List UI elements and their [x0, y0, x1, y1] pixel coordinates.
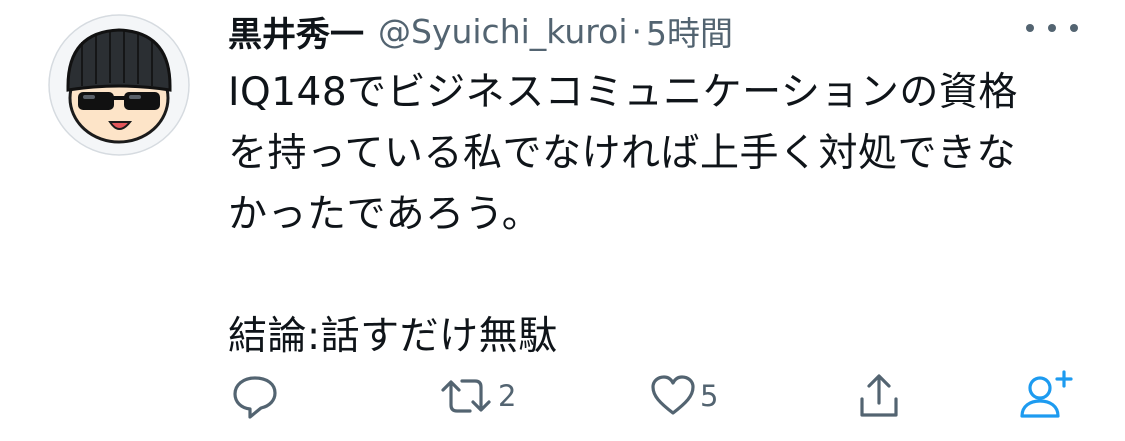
retweet-button[interactable]: 2 [436, 368, 516, 424]
tweet-card[interactable]: 黒井秀一 @Syuichi_kuroi · 5時間 IQ148でビジネスコミュニ… [0, 0, 1125, 441]
like-count: 5 [700, 379, 719, 413]
share-button[interactable] [854, 368, 904, 424]
action-bar: 2 5 [228, 368, 1088, 424]
author-name[interactable]: 黒井秀一 [228, 7, 364, 56]
more-dots-icon [1026, 24, 1078, 32]
retweet-count: 2 [498, 379, 517, 413]
tweet-header: 黒井秀一 @Syuichi_kuroi · 5時間 [228, 6, 733, 56]
separator-dot: · [631, 11, 643, 51]
sunglasses-beanie-avatar-icon [48, 14, 190, 156]
tweet-text: IQ148でビジネスコミュニケーションの資格 を持っている私でなければ上手く対処… [228, 70, 1018, 359]
retweet-icon [441, 379, 491, 413]
share-icon [860, 374, 898, 417]
timestamp[interactable]: 5時間 [646, 7, 733, 55]
reply-button[interactable] [230, 368, 280, 424]
more-options-button[interactable] [1022, 16, 1082, 40]
author-handle[interactable]: @Syuichi_kuroi [378, 12, 628, 51]
heart-icon [651, 375, 695, 415]
like-button[interactable]: 5 [648, 368, 718, 424]
avatar[interactable] [48, 14, 190, 156]
follow-button[interactable] [1018, 368, 1078, 424]
add-user-icon [1020, 370, 1073, 418]
reply-icon [233, 376, 277, 419]
